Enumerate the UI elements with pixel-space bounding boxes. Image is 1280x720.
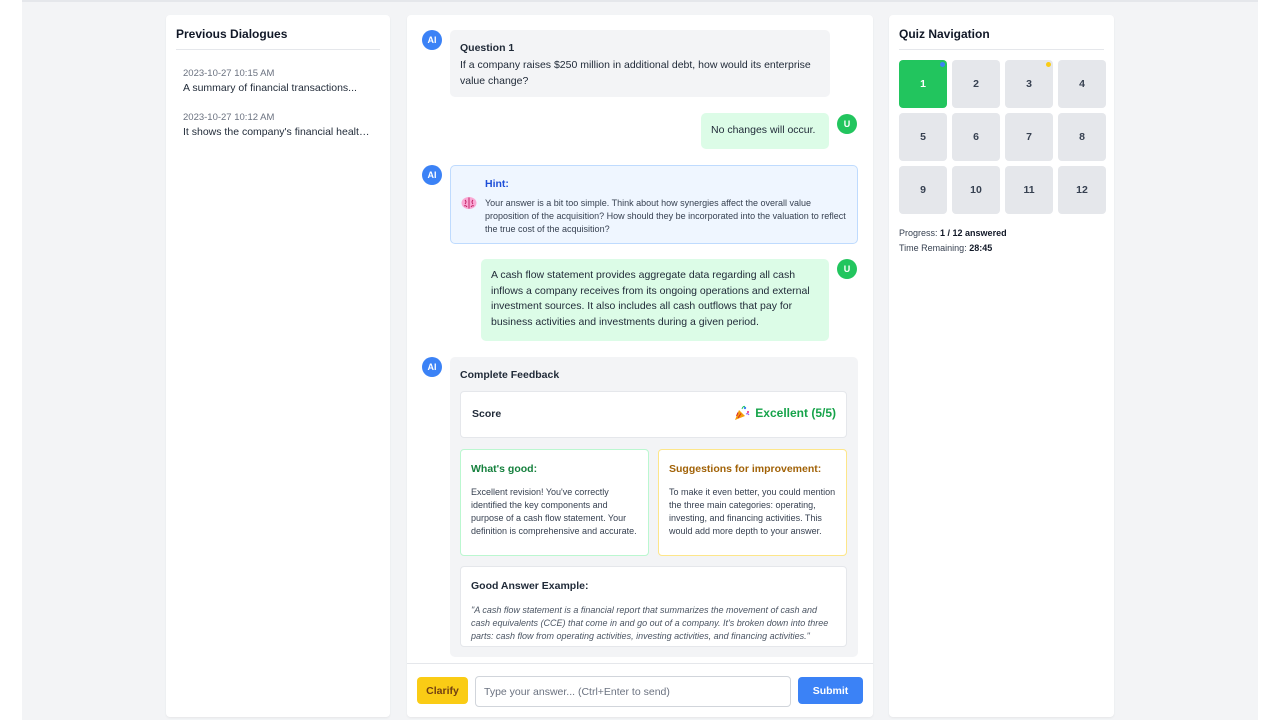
- quiz-question-button[interactable]: 12: [1058, 166, 1106, 214]
- quiz-question-button[interactable]: 2: [952, 60, 1000, 108]
- user-answer-bubble: A cash flow statement provides aggregate…: [481, 259, 829, 341]
- suggestions-title: Suggestions for improvement:: [669, 463, 822, 475]
- quiz-question-number: 4: [1079, 78, 1085, 90]
- quiz-question-button[interactable]: 8: [1058, 113, 1106, 161]
- hint-title: Hint:: [485, 178, 509, 190]
- dialogue-preview: A summary of financial transactions...: [183, 82, 357, 94]
- whats-good-card: What's good: Excellent revision! You've …: [460, 449, 649, 556]
- user-avatar: U: [837, 114, 857, 134]
- quiz-question-button[interactable]: 3: [1005, 60, 1053, 108]
- hint-text: Your answer is a bit too simple. Think a…: [485, 197, 846, 234]
- answer-input-bar: Clarify Submit: [407, 663, 873, 717]
- quiz-question-number: 11: [1023, 184, 1035, 196]
- ai-avatar: AI: [422, 165, 442, 185]
- ai-avatar: AI: [422, 357, 442, 377]
- time-value: 28:45: [969, 243, 993, 253]
- answer-input[interactable]: [475, 676, 791, 707]
- question-text: If a company raises $250 million in addi…: [460, 58, 811, 87]
- progress-status: Progress: 1 / 12 answered: [899, 228, 1104, 238]
- dialogue-preview: It shows the company's financial health.…: [183, 126, 373, 138]
- question-title: Question 1: [460, 42, 515, 54]
- answer-example-card: Good Answer Example: "A cash flow statem…: [460, 566, 847, 647]
- previous-dialogues-panel: Previous Dialogues 2023-10-27 10:15 AM A…: [166, 15, 390, 717]
- score-value: Excellent (5/5): [755, 406, 836, 420]
- suggestions-text: To make it even better, you could mentio…: [669, 486, 836, 536]
- quiz-grid: 1 2 3 4 5 6 7 8 9 10 11 12: [899, 60, 1106, 214]
- dialogue-timestamp: 2023-10-27 10:15 AM: [183, 68, 275, 79]
- quiz-question-number: 5: [920, 131, 926, 143]
- quiz-question-button[interactable]: 1: [899, 60, 947, 108]
- current-indicator-dot: [940, 62, 945, 67]
- suggestions-card: Suggestions for improvement: To make it …: [658, 449, 847, 556]
- quiz-question-number: 7: [1026, 131, 1032, 143]
- quiz-question-number: 1: [920, 78, 926, 90]
- dialogue-item[interactable]: 2023-10-27 10:15 AM A summary of financi…: [176, 68, 380, 94]
- time-label: Time Remaining:: [899, 243, 967, 253]
- quiz-question-number: 10: [970, 184, 982, 196]
- quiz-question-button[interactable]: 10: [952, 166, 1000, 214]
- hint-bubble: Hint: Your answer is a bit too simple. T…: [450, 165, 858, 244]
- quiz-question-number: 2: [973, 78, 979, 90]
- quiz-question-number: 6: [973, 131, 979, 143]
- question-bubble: Question 1 If a company raises $250 mill…: [450, 30, 830, 97]
- user-answer-bubble: No changes will occur.: [701, 113, 829, 149]
- score-card: Score Excellent (5/5): [460, 391, 847, 438]
- quiz-question-number: 8: [1079, 131, 1085, 143]
- quiz-question-button[interactable]: 11: [1005, 166, 1053, 214]
- progress-value: 1 / 12 answered: [940, 228, 1007, 238]
- quiz-question-button[interactable]: 9: [899, 166, 947, 214]
- whats-good-title: What's good:: [471, 463, 538, 475]
- quiz-question-number: 12: [1076, 184, 1088, 196]
- brain-icon: [461, 197, 477, 209]
- dialogue-item[interactable]: 2023-10-27 10:12 AM It shows the company…: [176, 112, 380, 138]
- feedback-title: Complete Feedback: [460, 369, 560, 381]
- quiz-navigation-title: Quiz Navigation: [899, 27, 1104, 50]
- time-remaining-status: Time Remaining: 28:45: [899, 243, 1104, 253]
- quiz-question-number: 9: [920, 184, 926, 196]
- feedback-bubble: Complete Feedback Score Excellent (5/5): [450, 357, 858, 657]
- quiz-question-button[interactable]: 4: [1058, 60, 1106, 108]
- chat-messages[interactable]: AI Question 1 If a company raises $250 m…: [407, 15, 873, 663]
- submit-button[interactable]: Submit: [798, 677, 863, 704]
- previous-dialogues-title: Previous Dialogues: [176, 27, 380, 50]
- flag-indicator-dot: [1046, 62, 1051, 67]
- ai-avatar: AI: [422, 30, 442, 50]
- chat-panel: AI Question 1 If a company raises $250 m…: [407, 15, 873, 717]
- progress-label: Progress:: [899, 228, 938, 238]
- quiz-question-button[interactable]: 5: [899, 113, 947, 161]
- quiz-question-button[interactable]: 7: [1005, 113, 1053, 161]
- score-display: Excellent (5/5): [734, 404, 836, 422]
- user-avatar: U: [837, 259, 857, 279]
- quiz-question-number: 3: [1026, 78, 1032, 90]
- party-popper-icon: [735, 405, 750, 420]
- clarify-button[interactable]: Clarify: [417, 677, 468, 704]
- score-label: Score: [472, 408, 502, 420]
- answer-example-text: "A cash flow statement is a financial re…: [471, 604, 829, 641]
- whats-good-text: Excellent revision! You've correctly ide…: [471, 486, 637, 536]
- dialogue-timestamp: 2023-10-27 10:12 AM: [183, 112, 275, 123]
- answer-example-title: Good Answer Example:: [471, 580, 589, 592]
- quiz-navigation-panel: Quiz Navigation 1 2 3 4 5 6 7 8 9 10 11 …: [889, 15, 1114, 717]
- quiz-question-button[interactable]: 6: [952, 113, 1000, 161]
